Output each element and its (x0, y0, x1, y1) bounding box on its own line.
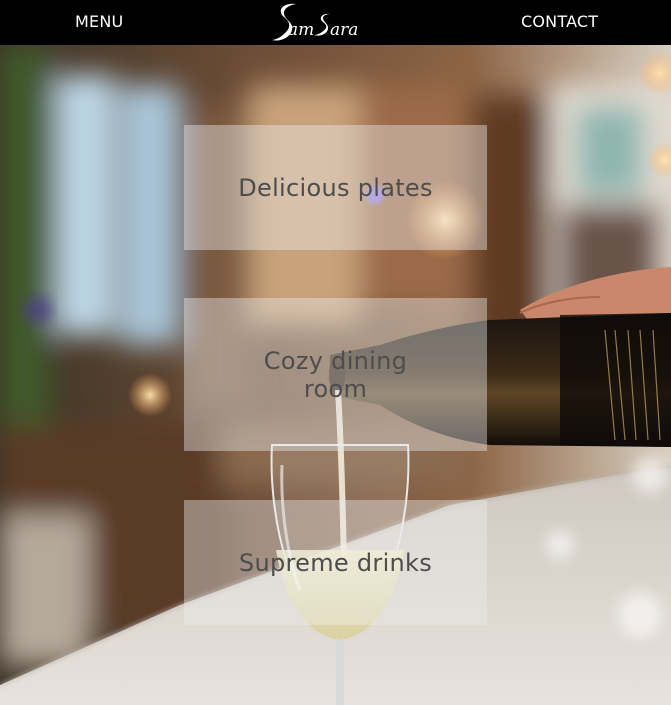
svg-text:ara: ara (330, 20, 358, 40)
contact-link[interactable]: CONTACT (521, 12, 598, 31)
card-supreme-drinks[interactable]: Supreme drinks (184, 500, 487, 625)
samsara-logo[interactable]: am ara (270, 0, 372, 45)
samsara-logo-icon: am ara (272, 3, 358, 41)
svg-text:am: am (288, 20, 314, 40)
page: MENU am ara CONTACT Delicious plates Coz… (0, 0, 671, 705)
card-cozy-dining-room[interactable]: Cozy dining room (184, 298, 487, 451)
top-navigation-bar: MENU am ara CONTACT (0, 0, 671, 45)
card-label: Delicious plates (238, 173, 433, 202)
menu-link[interactable]: MENU (75, 12, 123, 31)
card-delicious-plates[interactable]: Delicious plates (184, 125, 487, 250)
card-label: Supreme drinks (238, 548, 433, 577)
card-label: Cozy dining room (263, 346, 408, 403)
